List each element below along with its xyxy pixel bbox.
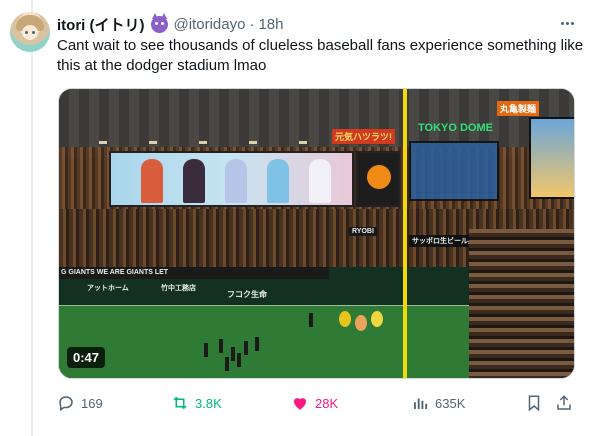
reply-count: 169	[81, 395, 103, 411]
giants-logo-screen	[356, 151, 400, 207]
crowd-right	[469, 229, 574, 378]
sign-red: 元気ハツラツ!	[332, 129, 395, 144]
bookmark-button[interactable]	[525, 392, 543, 414]
sign-fukoku: フコク生命	[227, 290, 267, 299]
video-duration: 0:47	[67, 347, 106, 368]
reply-icon	[59, 396, 73, 412]
share-button[interactable]	[555, 392, 573, 414]
sign-ryobi: RYOBI	[349, 227, 377, 236]
retweet-button[interactable]: 3.8K	[171, 392, 222, 414]
views-button[interactable]: 635K	[411, 392, 465, 414]
more-options-icon[interactable]	[556, 15, 578, 31]
share-icon	[557, 395, 571, 410]
sign-giants: G GIANTS WE ARE GIANTS LET	[61, 269, 169, 276]
like-button[interactable]: 28K	[291, 392, 338, 414]
far-screen	[529, 117, 574, 199]
foul-pole	[403, 89, 407, 378]
sign-tokyo-dome: TOKYO DOME	[418, 122, 493, 134]
analytics-icon	[414, 398, 428, 409]
bookmark-icon	[528, 395, 540, 412]
timestamp[interactable]: 18h	[258, 16, 283, 33]
giants-logo-icon	[367, 165, 391, 189]
thread-line	[31, 0, 33, 436]
baseball-field	[59, 305, 479, 378]
avatar[interactable]	[10, 12, 50, 52]
tweet-header: itori (イトリ) @itoridayo · 18h	[57, 12, 283, 35]
retweet-count: 3.8K	[195, 395, 222, 411]
reply-button[interactable]: 169	[57, 392, 103, 414]
separator-dot: ·	[249, 15, 255, 33]
sign-takenaka: 竹中工務店	[161, 285, 196, 292]
side-screen	[409, 141, 499, 201]
scoreboard-screen	[109, 151, 354, 207]
like-count: 28K	[315, 395, 339, 411]
devil-emoji-icon	[150, 12, 168, 33]
tweet-card[interactable]: itori (イトリ) @itoridayo · 18h Cant wait t…	[0, 0, 600, 436]
retweet-icon	[173, 396, 187, 410]
views-count: 635K	[435, 395, 466, 411]
sign-athome: アットホーム	[87, 285, 129, 292]
video-player[interactable]: 元気ハツラツ! TOKYO DOME 丸亀製麺 G GIANTS WE ARE …	[58, 88, 575, 379]
sign-orange: 丸亀製麺	[497, 101, 540, 116]
tweet-actions: 169 3.8K 28K 635K	[57, 392, 577, 414]
tweet-text: Cant wait to see thousands of clueless b…	[57, 37, 584, 74]
heart-icon	[294, 398, 306, 410]
display-name[interactable]: itori (イトリ)	[57, 14, 145, 35]
user-handle[interactable]: @itoridayo	[174, 16, 246, 33]
